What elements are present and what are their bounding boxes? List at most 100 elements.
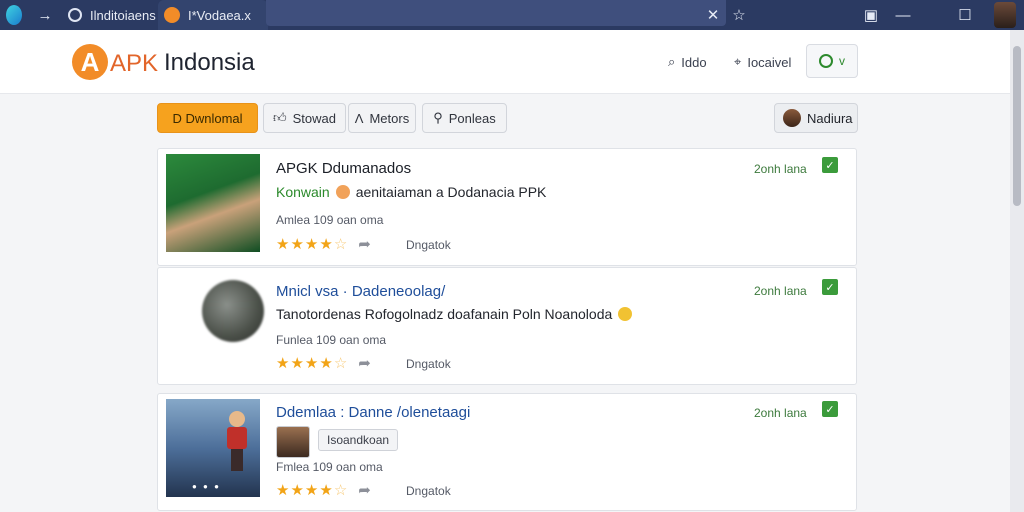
rating-stars: ★ ★ ★ ★ ☆ ➦ [276,354,372,372]
share-icon[interactable]: ➦ [358,354,372,372]
app-subtitle-text: Tanotordenas Rofogolnadz doafanain Poln … [276,306,613,322]
star-icon: ★ [304,355,320,372]
star-outline-icon: ☆ [333,236,349,253]
verified-check-icon[interactable]: ✓ [822,279,838,295]
app-card[interactable]: ● ● ● Ddemlaa : Danne /olenetaagi Isoand… [157,393,857,511]
stowad-button[interactable]: 👍︎ Stowad [263,103,346,133]
app-card[interactable]: Mnicl vsa · Dadeneoolag/ Tanotordenas Ro… [157,267,857,385]
star-outline-icon: ☆ [333,355,349,372]
app-thumbnail[interactable]: ● ● ● [166,399,260,497]
profile-avatar[interactable] [994,2,1016,28]
app-meta: Fmlea 109 oan oma [276,460,383,474]
user-icon: ⚲ [433,110,443,125]
browser-tab-2[interactable]: I*Vodaea.x [158,0,268,30]
browser-tab-1[interactable]: Ilnditoiaens [60,0,156,30]
thumbs-up-icon: 👍︎ [273,110,287,125]
filter-toolbar: D Dwnlomal 👍︎ Stowad Ʌ Metors ⚲ Ponleas … [0,95,1010,141]
browser-titlebar: → Ilnditoiaens I*Vodaea.x ✕ ☆ ▣ — ☐ [0,0,1024,30]
star-icon: ★ [304,482,320,499]
developer-chip-label: Isoandkoan [327,433,390,447]
ponleas-button[interactable]: ⚲ Ponleas [422,103,507,133]
app-meta: Funlea 109 oan oma [276,333,387,347]
ponleas-button-label: Ponleas [448,110,496,126]
download-button-label: D Dwnlomal [172,110,243,126]
app-meta: Amlea 109 oan oma [276,213,384,227]
site-logo-icon[interactable]: A [72,44,108,80]
minimize-icon[interactable]: — [892,4,914,26]
status-button[interactable]: v [806,44,858,78]
app-title[interactable]: APGK Ddumanados [276,160,411,177]
tag-icon: ⌖ [734,54,742,69]
app-thumbnail[interactable] [202,280,264,342]
app-subtitle-text: aenitaiaman a Dodanacia PPK [355,184,547,200]
app-subtitle: Tanotordenas Rofogolnadz doafanain Poln … [276,306,633,322]
verified-check-icon[interactable]: ✓ [822,157,838,173]
metors-button-label: Metors [369,110,410,126]
metors-button[interactable]: Ʌ Metors [348,103,416,133]
app-time: 2onh lana [754,284,807,298]
app-tag: Dngatok [406,484,451,498]
bookmark-star-icon[interactable]: ☆ [728,4,750,26]
app-time: 2onh lana [754,162,807,176]
star-icon: ★ [290,482,305,499]
app-time: 2onh lana [754,406,807,420]
site-header: A APK Indonsia ⌕ Iddo ⌖ Iocaivel v [0,30,1010,94]
app-tag: Dngatok [406,238,451,252]
app-subtitle: Konwain aenitaiaman a Dodanacia PPK [276,184,546,200]
smiley-emoji-icon [618,307,633,321]
globe-icon [68,8,82,22]
edge-logo-icon[interactable] [6,4,28,26]
logo-apk-text[interactable]: APK [110,50,158,78]
star-icon: ★ [290,355,305,372]
developer-avatar[interactable] [276,426,310,458]
tab-favicon-icon [164,7,180,23]
star-outline-icon: ☆ [333,482,349,499]
tab-manager-icon[interactable]: ▣ [860,4,882,26]
logo-letter: A [80,46,100,77]
user-chip-label: Nadiura [807,110,853,126]
status-button-label: v [839,54,845,68]
verified-check-icon[interactable]: ✓ [822,401,838,417]
header-search-link[interactable]: ⌕ Iddo [668,54,707,70]
header-link-label: Iocaivel [747,54,792,70]
developer-chip[interactable]: Isoandkoan [318,429,399,451]
tab-label: Ilnditoiaens [90,7,156,23]
share-icon[interactable]: ➦ [358,481,372,499]
carousel-dots: ● ● ● [192,482,221,491]
app-card[interactable]: APGK Ddumanados Konwain aenitaiaman a Do… [157,148,857,266]
header-link-label: Iddo [681,54,707,70]
scrollbar-thumb[interactable] [1013,46,1021,206]
maximize-icon[interactable]: ☐ [954,4,976,26]
app-thumbnail[interactable] [166,154,260,252]
star-icon: ★ [276,355,291,372]
app-subtitle-highlight: Konwain [276,184,330,200]
forward-arrow-icon[interactable]: → [34,4,56,26]
download-button[interactable]: D Dwnlomal [157,103,258,133]
user-chip[interactable]: Nadiura [774,103,858,133]
rating-stars: ★ ★ ★ ★ ☆ ➦ [276,235,372,253]
star-icon: ★ [276,482,291,499]
logo-site-name[interactable]: Indonsia [164,49,255,77]
star-icon: ★ [319,482,334,499]
rating-stars: ★ ★ ★ ★ ☆ ➦ [276,481,372,499]
address-bar[interactable] [266,0,726,26]
search-icon: ⌕ [668,54,676,69]
user-avatar [783,109,801,127]
star-icon: ★ [319,236,334,253]
star-icon: ★ [304,236,320,253]
app-title[interactable]: Ddemlaa : Danne /olenetaagi [276,404,470,421]
header-tag-link[interactable]: ⌖ Iocaivel [734,54,791,70]
status-circle-icon [819,54,833,68]
share-icon[interactable]: ➦ [358,235,372,253]
tab-label: I*Vodaea.x [188,7,251,23]
stowad-button-label: Stowad [292,110,336,126]
star-icon: ★ [276,236,291,253]
letter-a-icon: Ʌ [354,110,364,126]
page-scrollbar[interactable] [1010,30,1024,512]
star-icon: ★ [319,355,334,372]
app-title[interactable]: Mnicl vsa · Dadeneoolag/ [276,283,445,300]
heart-eyes-emoji-icon [335,185,350,199]
close-tab-icon[interactable]: ✕ [702,4,724,26]
character-figure [224,411,250,471]
app-tag: Dngatok [406,357,451,371]
